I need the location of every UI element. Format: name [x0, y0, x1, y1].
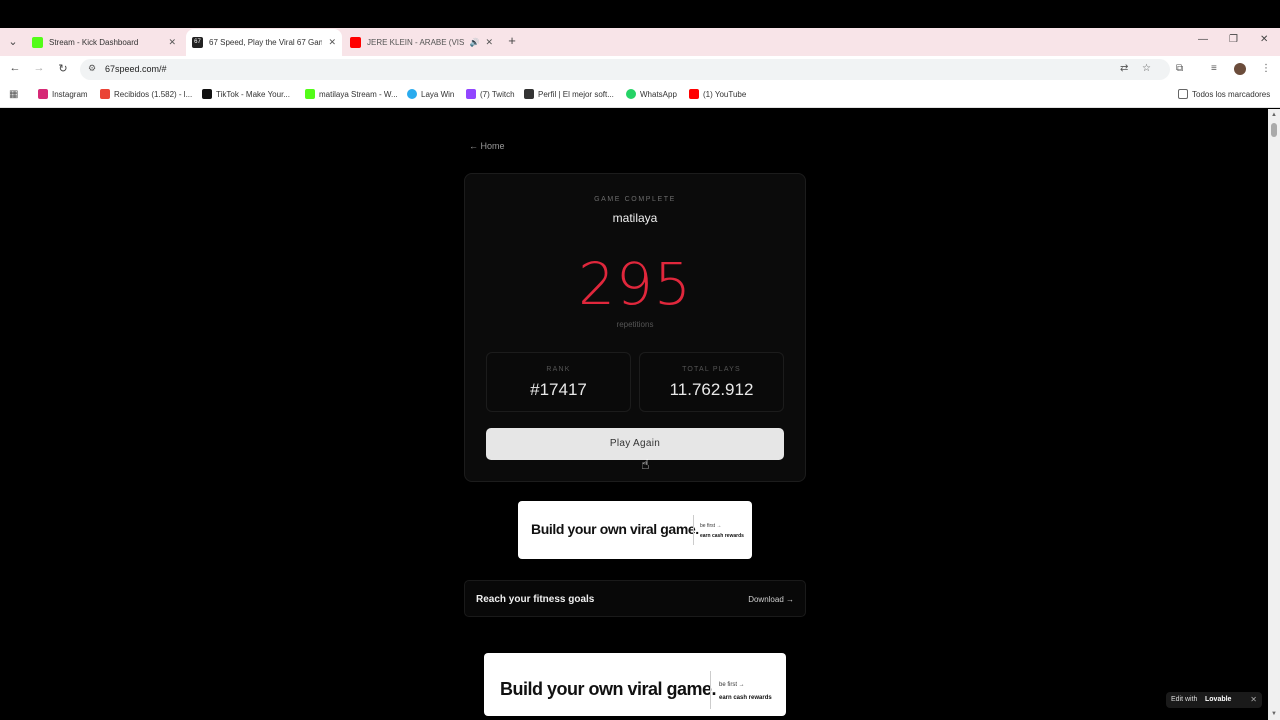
ad-divider: [693, 515, 694, 545]
github-icon: [524, 89, 534, 99]
bookmark-star-icon[interactable]: ☆: [1142, 63, 1151, 74]
all-bookmarks[interactable]: Todos los marcadores: [1178, 89, 1270, 99]
bookmark-label: WhatsApp: [640, 89, 677, 99]
play-again-button[interactable]: Play Again: [486, 428, 784, 460]
scroll-up-icon[interactable]: ▲: [1271, 112, 1277, 118]
total-plays-stat: TOTAL PLAYS 11.762.912: [639, 352, 784, 412]
ad-subtext-cash: earn cash rewards: [700, 533, 744, 539]
tab-title: JERE KLEIN - ARABE (VISUAL: [367, 37, 465, 47]
page-scrollbar[interactable]: ▲ ▼: [1268, 109, 1280, 720]
media-controls-icon[interactable]: ≡: [1211, 63, 1217, 74]
youtube-icon: [689, 89, 699, 99]
ad-headline: Build your own viral game.: [531, 521, 699, 537]
forward-icon[interactable]: →: [31, 62, 47, 74]
bookmark-label: Recibidos (1.582) - l...: [114, 89, 193, 99]
apps-grid-icon[interactable]: ▦: [9, 89, 18, 100]
instagram-icon: [38, 89, 48, 99]
window-close-icon[interactable]: ✕: [1260, 34, 1268, 45]
kick-icon: [32, 36, 43, 48]
close-icon[interactable]: ✕: [328, 37, 336, 48]
scroll-down-icon[interactable]: ▼: [1271, 711, 1277, 717]
new-tab-icon[interactable]: +: [505, 34, 519, 48]
kick-icon: [305, 89, 315, 99]
close-icon[interactable]: ✕: [168, 37, 176, 48]
edit-with-lovable-badge[interactable]: Edit with Lovable ✕: [1166, 692, 1262, 708]
bookmark-youtube[interactable]: (1) YouTube: [689, 89, 746, 99]
address-bar[interactable]: ⚙ 67speed.com/#: [80, 59, 1170, 80]
fitness-title: Reach your fitness goals: [476, 594, 595, 605]
bookmark-tiktok[interactable]: TikTok - Make Your...: [202, 89, 290, 99]
bookmark-label: matilaya Stream - W...: [319, 89, 398, 99]
lovable-edit-label: Edit with: [1171, 696, 1198, 703]
rank-label: RANK: [546, 366, 571, 373]
tab-title: 67 Speed, Play the Viral 67 Gam: [209, 38, 323, 47]
reload-icon[interactable]: ↻: [55, 62, 71, 75]
hand-cursor-icon: ☝: [641, 456, 650, 472]
telegram-icon: [407, 89, 417, 99]
total-plays-value: 11.762.912: [669, 380, 754, 399]
bookmark-kick[interactable]: matilaya Stream - W...: [305, 89, 398, 99]
bookmark-twitch[interactable]: (7) Twitch: [466, 89, 515, 99]
tiktok-icon: [202, 89, 212, 99]
score-unit: repetitions: [616, 320, 654, 329]
bookmark-label: (1) YouTube: [703, 89, 747, 99]
menu-icon[interactable]: ⋮: [1261, 63, 1271, 74]
profile-avatar[interactable]: [1234, 63, 1246, 75]
bookmark-label: (7) Twitch: [480, 89, 515, 99]
bookmark-whatsapp[interactable]: WhatsApp: [626, 89, 677, 99]
download-link[interactable]: Download →: [748, 595, 794, 604]
rank-stat: RANK #17417: [486, 352, 631, 412]
tab-title: Stream - Kick Dashboard: [49, 37, 139, 47]
speaker-icon[interactable]: 🔊: [469, 38, 479, 47]
bookmark-label: TikTok - Make Your...: [216, 89, 290, 99]
scrollbar-thumb[interactable]: [1271, 123, 1277, 137]
back-icon[interactable]: ←: [7, 62, 23, 74]
youtube-icon: [350, 36, 361, 48]
window-top-bar: [0, 0, 1280, 28]
url-text: 67speed.com/#: [105, 64, 167, 74]
67-icon: 67: [192, 37, 203, 48]
rank-value: #17417: [530, 380, 587, 399]
gmail-icon: [100, 89, 110, 99]
bookmark-laya-win[interactable]: Laya Win: [407, 89, 454, 99]
ad-banner-build-game-large[interactable]: Build your own viral game. be first → ea…: [484, 653, 786, 716]
ad-divider: [710, 671, 711, 709]
tab-youtube-jere-klein[interactable]: JERE KLEIN - ARABE (VISUAL 🔊 ✕: [344, 31, 499, 53]
ad-headline: Build your own viral game.: [500, 679, 717, 699]
tab-67speed[interactable]: 67 67 Speed, Play the Viral 67 Gam ✕: [186, 29, 342, 56]
username: matilaya: [612, 211, 658, 225]
minimize-icon[interactable]: —: [1198, 34, 1208, 45]
restore-icon[interactable]: ❐: [1229, 34, 1238, 45]
ad-subtext-be-first: be first →: [700, 523, 722, 529]
lovable-brand: Lovable: [1205, 696, 1232, 703]
folder-icon: [1178, 89, 1188, 99]
twitch-icon: [466, 89, 476, 99]
all-bookmarks-label: Todos los marcadores: [1192, 89, 1271, 99]
tab-search-icon[interactable]: ⌄: [4, 34, 22, 50]
close-icon[interactable]: ✕: [485, 37, 493, 48]
score-value: 295: [578, 250, 692, 318]
whatsapp-icon: [626, 89, 636, 99]
bookmark-label: Laya Win: [421, 89, 455, 99]
home-link[interactable]: ← Home: [469, 141, 505, 151]
site-info-icon[interactable]: ⚙: [88, 63, 96, 74]
translate-icon[interactable]: ⇄: [1120, 63, 1128, 74]
ad-banner-build-game[interactable]: Build your own viral game. be first → ea…: [518, 501, 752, 559]
ad-subtext-be-first: be first →: [719, 682, 745, 688]
fitness-promo-row[interactable]: Reach your fitness goals Download →: [464, 580, 806, 617]
bookmark-label: Instagram: [52, 89, 88, 99]
bookmark-gmail[interactable]: Recibidos (1.582) - l...: [100, 89, 192, 99]
ad-subtext-cash: earn cash rewards: [719, 695, 772, 701]
bookmark-instagram[interactable]: Instagram: [38, 89, 88, 99]
total-plays-label: TOTAL PLAYS: [682, 366, 741, 373]
bookmark-perfil[interactable]: Perfil | El mejor soft...: [524, 89, 614, 99]
game-complete-label: GAME COMPLETE: [594, 196, 676, 203]
extensions-icon[interactable]: ⧉: [1176, 63, 1183, 74]
tab-kick-dashboard[interactable]: Stream - Kick Dashboard ✕: [26, 31, 182, 53]
close-icon[interactable]: ✕: [1250, 695, 1257, 704]
bookmark-label: Perfil | El mejor soft...: [538, 89, 614, 99]
